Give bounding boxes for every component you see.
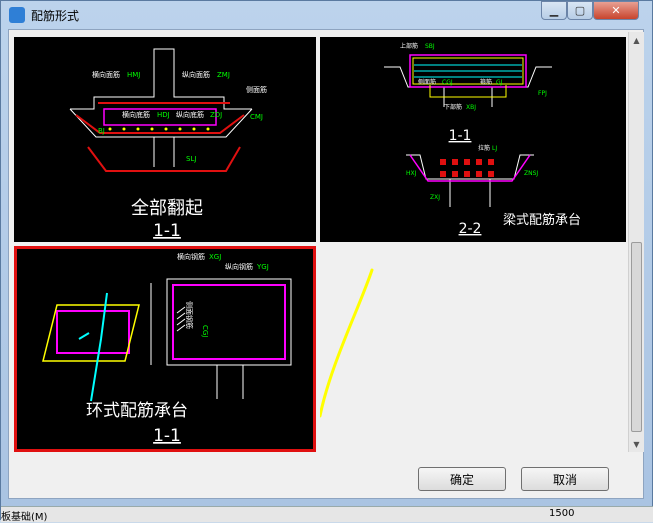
label-zxdj: 纵向底筋 xyxy=(176,110,204,119)
scroll-up-button[interactable]: ▲ xyxy=(629,32,644,48)
caption-full-bent-up: 全部翻起 xyxy=(131,198,203,219)
minimize-button[interactable]: ▁ xyxy=(541,1,567,20)
label-xbj: XBJ xyxy=(466,104,476,111)
section-label: 1-1 xyxy=(153,221,181,241)
full-bent-up-drawing: 横向面筋 HMJ 纵向面筋 ZMJ 横向底筋 HDJ 纵向底筋 ZDJ 侧面筋 … xyxy=(69,48,267,241)
label-hxgj: 横向钢筋 xyxy=(177,252,205,261)
maximize-button[interactable]: ▢ xyxy=(567,1,593,20)
label-znsj: ZNSJ xyxy=(524,170,538,177)
option-ring-cap[interactable]: 横向钢筋 XGJ 纵向钢筋 YGJ 侧面钢筋 CGJ 环式配筋承台 1-1 xyxy=(14,246,316,452)
scroll-thumb[interactable] xyxy=(631,242,642,432)
app-icon xyxy=(9,7,25,23)
label-lj: LJ xyxy=(492,145,497,152)
vertical-scrollbar[interactable]: ▲ ▼ xyxy=(628,32,644,452)
label-hxmj: 横向面筋 xyxy=(92,70,120,79)
title-bar: 配筋形式 ▁ ▢ ✕ xyxy=(1,1,652,29)
option-beam-cap[interactable]: 上部筋 SBJ 侧面筋 CGJ 箍筋 GJ 下部筋 XBJ FPJ 1-1 拉筋… xyxy=(320,37,626,242)
label-top: 上部筋 xyxy=(400,42,418,50)
label-cg: 侧面钢筋 xyxy=(185,301,194,329)
caption-ring-cap: 环式配筋承台 xyxy=(86,401,188,421)
label-bj: BJ xyxy=(98,127,105,135)
label-fpj: FPJ xyxy=(538,90,547,97)
label-zmj: ZMJ xyxy=(217,71,230,79)
window-title: 配筋形式 xyxy=(31,9,80,23)
section-bottom: 2-2 xyxy=(459,221,482,237)
option-grid: 横向面筋 HMJ 纵向面筋 ZMJ 横向底筋 HDJ 纵向底筋 ZDJ 侧面筋 … xyxy=(11,32,627,452)
dialog-window: 配筋形式 ▁ ▢ ✕ 横向面筋 HMJ 纵向面筋 ZMJ 横向底筋 HDJ 纵向… xyxy=(0,0,653,523)
label-hoop: 箍筋 xyxy=(480,78,492,86)
close-button[interactable]: ✕ xyxy=(593,1,639,20)
label-side: 侧面筋 xyxy=(246,85,267,94)
option-full-bent-up[interactable]: 横向面筋 HMJ 纵向面筋 ZMJ 横向底筋 HDJ 纵向底筋 ZDJ 侧面筋 … xyxy=(14,37,316,242)
ring-cap-drawing: 横向钢筋 XGJ 纵向钢筋 YGJ 侧面钢筋 CGJ 环式配筋承台 1-1 xyxy=(42,252,292,446)
yellow-annotation-stroke xyxy=(280,268,374,426)
label-zxj: ZXJ xyxy=(430,194,440,201)
beam-cap-drawing: 上部筋 SBJ 侧面筋 CGJ 箍筋 GJ 下部筋 XBJ FPJ 1-1 拉筋… xyxy=(384,42,581,237)
label-ygj: YGJ xyxy=(256,263,269,271)
label-hxdj: 横向底筋 xyxy=(122,110,150,119)
label-bottom: 下部筋 xyxy=(444,103,462,111)
caption-beam-cap: 梁式配筋承台 xyxy=(503,212,581,228)
label-ssj: SBJ xyxy=(425,43,435,50)
label-zxmj: 纵向面筋 xyxy=(182,70,210,79)
background-number: 1500 xyxy=(549,508,575,519)
dialog-client: 横向面筋 HMJ 纵向面筋 ZMJ 横向底筋 HDJ 纵向底筋 ZDJ 侧面筋 … xyxy=(8,29,644,499)
label-cgj: CGJ xyxy=(442,79,453,86)
label-hxj: HXJ xyxy=(406,170,417,177)
label-tie: 拉筋 xyxy=(478,144,490,152)
section-label: 1-1 xyxy=(153,426,181,446)
empty-slot xyxy=(280,246,626,452)
label-hmj: HMJ xyxy=(127,71,140,79)
ok-button[interactable]: 确定 xyxy=(418,467,506,491)
label-cmj: CMJ xyxy=(250,113,263,121)
label-zdj: ZDJ xyxy=(210,111,222,119)
label-gj: GJ xyxy=(496,79,503,86)
label-zxgj: 纵向钢筋 xyxy=(225,262,253,271)
label-side-bars: 侧面筋 xyxy=(418,78,436,86)
section-top: 1-1 xyxy=(449,128,472,144)
label-xgj: XGJ xyxy=(209,253,221,261)
background-left-text: 板基础(M) xyxy=(1,512,48,523)
label-hdj: HDJ xyxy=(157,111,170,119)
scroll-down-button[interactable]: ▼ xyxy=(629,436,644,452)
label-cgj: CGJ xyxy=(201,325,209,337)
label-slj: SLJ xyxy=(186,155,196,163)
cancel-button[interactable]: 取消 xyxy=(521,467,609,491)
